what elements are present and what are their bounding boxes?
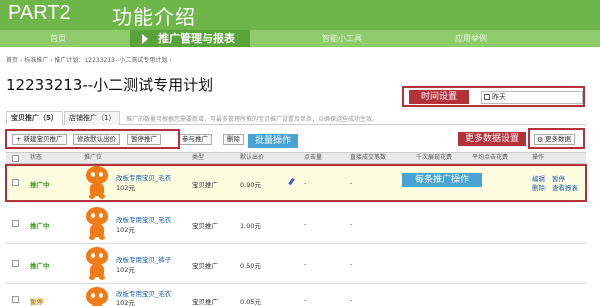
direct-value: -	[350, 220, 353, 228]
nav-arrow-icon	[142, 34, 148, 44]
tab-hint: 推广的数量可根据您需要新增，可最多管理所推的宝贝推广设置及单条，以确保这些成功生…	[126, 116, 379, 123]
header-banner: PART2 功能介绍	[0, 0, 600, 30]
page-title: 12233213--小二测试专用计划	[6, 76, 214, 94]
select-all-checkbox[interactable]	[12, 155, 19, 162]
part-label: PART2	[8, 2, 71, 24]
status-badge: 暂停	[30, 298, 43, 306]
nav-promo-management[interactable]: 推广管理与报表	[130, 30, 250, 47]
col-status[interactable]: 状态	[30, 153, 42, 163]
col-avg[interactable]: 平均点击花费	[472, 153, 508, 163]
clicks-value: -	[304, 220, 307, 228]
more-data-label: 更多数据	[545, 135, 571, 143]
bid-value: 0.05元	[240, 298, 261, 306]
bid-value: 0.50元	[240, 262, 261, 270]
row-op-highlight	[5, 164, 587, 202]
table-row: 暂停 改板专用宝贝_毛衣 102元 宝贝推广 0.05元 - -	[6, 284, 586, 306]
status-badge: 推广中	[30, 222, 50, 230]
nav-promo-label: 推广管理与报表	[158, 32, 235, 45]
product-link[interactable]: 改板专用宝贝_裤子	[116, 254, 171, 264]
col-clicks[interactable]: 点击量	[304, 153, 322, 163]
breadcrumb[interactable]: 首页 › 标准推广 › 推广计划：12233213--小二测试专用计划 ›	[6, 55, 172, 64]
product-price: 102元	[116, 299, 135, 306]
clicks-value: -	[304, 260, 307, 268]
promo-type: 宝贝推广	[192, 262, 218, 270]
col-bid[interactable]: 默认出价	[240, 153, 264, 163]
product-link[interactable]: 改板专用宝贝_毛衣	[116, 214, 171, 224]
tab-dianpu[interactable]: 店铺推广（1）	[64, 111, 121, 125]
row-checkbox[interactable]	[12, 296, 19, 303]
promo-type: 宝贝推广	[192, 222, 218, 230]
nav-tools[interactable]: 智能小工具	[322, 30, 362, 47]
table-row: 推广中 改板专用宝贝_毛衣 102元 宝贝推广 1.00元 - -	[6, 204, 586, 244]
col-direct[interactable]: 直接成交笔数	[350, 153, 386, 163]
join-promo-button[interactable]: 参与推广	[178, 134, 212, 145]
col-promo: 推广位	[84, 154, 103, 161]
table-header: 状态 推广位 类型 默认出价 点击量 直接成交笔数 千次展现花费 平均点击花费 …	[6, 152, 586, 164]
col-ops: 操作	[532, 154, 545, 161]
row-checkbox[interactable]	[12, 260, 19, 267]
date-value: 昨天	[492, 93, 506, 101]
bid-value: 1.00元	[240, 222, 261, 230]
more-data-button[interactable]: ⚙ 更多数据	[534, 134, 575, 145]
direct-value: -	[350, 296, 353, 304]
clicks-value: -	[304, 296, 307, 304]
tab-baobei[interactable]: 宝贝推广（5）	[6, 111, 63, 125]
time-setting-label: 时间设置	[409, 90, 469, 104]
row-operation-label: 每条推广操作	[402, 173, 482, 187]
delete-button[interactable]: 删除	[223, 134, 244, 145]
batch-highlight	[5, 129, 180, 149]
col-type: 类型	[192, 154, 205, 161]
col-cost[interactable]: 千次展现花费	[416, 153, 452, 163]
product-price: 102元	[116, 226, 135, 234]
batch-operation-label: 批量操作	[248, 134, 298, 148]
direct-value: -	[350, 260, 353, 268]
row-checkbox[interactable]	[12, 220, 19, 227]
calendar-icon	[484, 94, 490, 100]
banner-title: 功能介绍	[112, 5, 196, 29]
gear-icon: ⚙	[537, 136, 544, 144]
promo-type: 宝贝推广	[192, 298, 218, 306]
main-nav: 首页 推广管理与报表 智能小工具 应用举例	[0, 30, 600, 47]
nav-home[interactable]: 首页	[50, 30, 66, 47]
status-badge: 推广中	[30, 262, 50, 270]
table-row: 推广中 改板专用宝贝_裤子 102元 宝贝推广 0.50元 - -	[6, 244, 586, 284]
product-thumbnail[interactable]	[82, 207, 112, 241]
date-select[interactable]: 昨天	[481, 91, 583, 104]
nav-cases[interactable]: 应用举例	[455, 30, 487, 47]
product-price: 102元	[116, 266, 135, 274]
product-thumbnail[interactable]	[82, 247, 112, 281]
product-thumbnail[interactable]	[82, 287, 112, 306]
